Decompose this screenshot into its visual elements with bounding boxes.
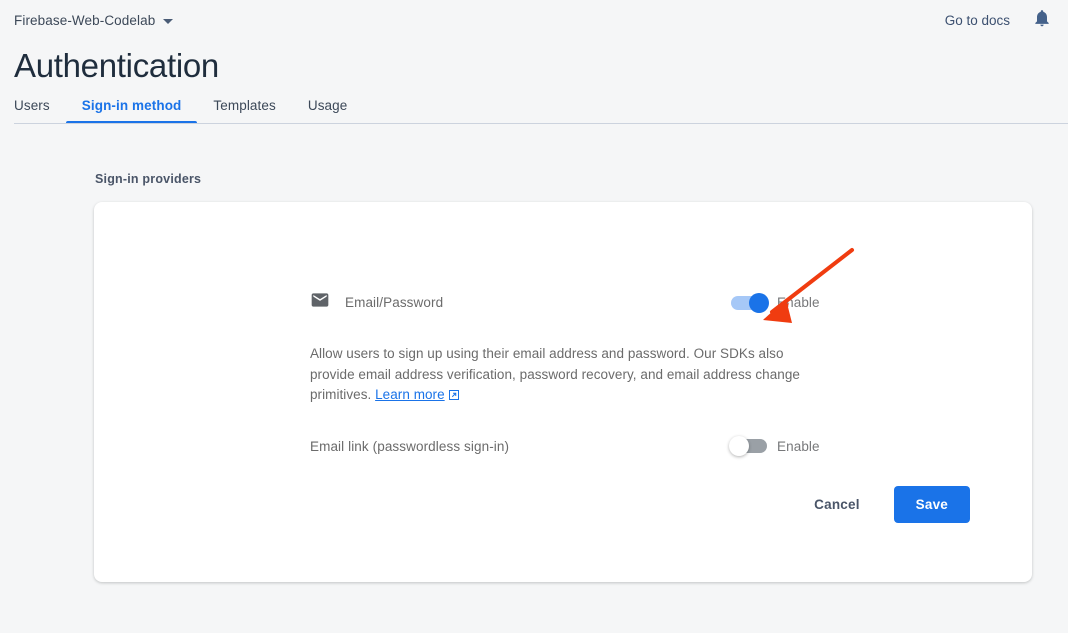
tab-usage[interactable]: Usage — [292, 98, 364, 124]
project-selector[interactable]: Firebase-Web-Codelab — [14, 13, 173, 28]
provider-row-email-link: Email link (passwordless sign-in) Enable — [94, 439, 1032, 454]
email-password-enable-toggle-group: Enable — [731, 295, 820, 310]
chevron-down-icon — [163, 19, 173, 24]
provider-name-email-password: Email/Password — [345, 295, 443, 310]
sign-in-providers-card: Email/Password Enable Allow users to sig… — [94, 202, 1032, 582]
provider-row-email-password: Email/Password Enable — [94, 202, 1032, 315]
tab-sign-in-method[interactable]: Sign-in method — [66, 98, 198, 124]
tab-bar: Users Sign-in method Templates Usage — [0, 98, 1068, 124]
toggle-knob — [749, 293, 769, 313]
top-bar-actions: Go to docs — [945, 8, 1052, 33]
envelope-icon — [310, 290, 330, 315]
email-password-enable-label: Enable — [777, 295, 820, 310]
provider-description-email-password: Allow users to sign up using their email… — [310, 344, 830, 408]
toggle-knob — [729, 436, 749, 456]
email-link-enable-toggle-group: Enable — [731, 439, 820, 454]
card-actions: Cancel Save — [804, 486, 970, 523]
project-name: Firebase-Web-Codelab — [14, 13, 155, 28]
cancel-button[interactable]: Cancel — [804, 489, 869, 520]
save-button[interactable]: Save — [894, 486, 970, 523]
section-label-sign-in-providers: Sign-in providers — [95, 172, 1068, 186]
tab-templates[interactable]: Templates — [197, 98, 291, 124]
tab-users[interactable]: Users — [14, 98, 66, 124]
page-title: Authentication — [14, 44, 1068, 88]
provider-name-email-link: Email link (passwordless sign-in) — [310, 439, 509, 454]
email-link-enable-toggle[interactable] — [731, 439, 767, 453]
page-header: Authentication — [0, 40, 1068, 88]
tab-bar-divider — [14, 123, 1068, 124]
email-link-enable-label: Enable — [777, 439, 820, 454]
main-content: Sign-in providers Email/Password Enable … — [0, 172, 1068, 582]
bell-icon[interactable] — [1032, 8, 1052, 33]
go-to-docs-link[interactable]: Go to docs — [945, 13, 1010, 28]
email-password-enable-toggle[interactable] — [731, 296, 767, 310]
provider-identity: Email/Password — [310, 290, 443, 315]
external-link-icon[interactable] — [448, 387, 460, 408]
learn-more-link[interactable]: Learn more — [375, 387, 445, 402]
top-bar: Firebase-Web-Codelab Go to docs — [0, 0, 1068, 40]
